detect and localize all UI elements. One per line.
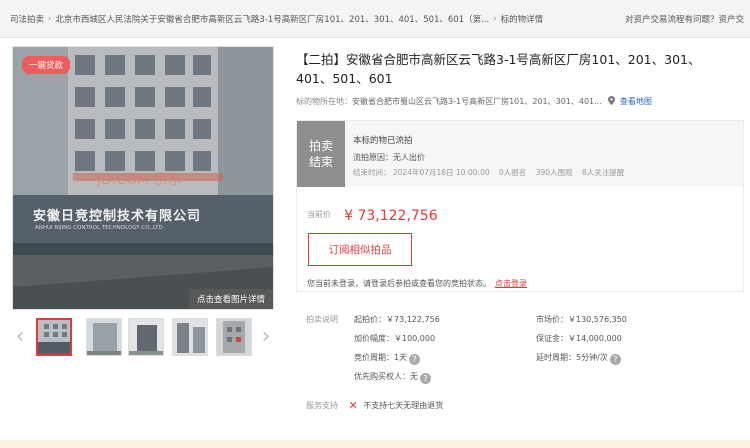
help-icon[interactable]: ? <box>409 354 421 365</box>
bid-cycle-row: 竞价周期：1天? <box>354 352 421 365</box>
thumbnail[interactable] <box>128 318 164 356</box>
current-price-row: 当前价 ¥ 73,122,756 <box>307 205 438 224</box>
sign-subtext: ANHUI RIJING CONTROL TECHNOLOGY CO.,LTD <box>35 225 163 231</box>
view-photo-detail-button[interactable]: 点击查看图片详情 <box>188 289 273 309</box>
enrolled-count: 0人报名 <box>499 168 527 177</box>
map-pin-icon <box>608 96 616 105</box>
watermark: JD.COM 京东 <box>97 172 182 188</box>
service-support: 服务支持 ✕ 不支持七天无理由退货 <box>306 399 443 412</box>
status-badge-line1: 拍卖 <box>308 139 333 153</box>
thumbnail[interactable] <box>172 318 208 356</box>
service-text: 不支持七天无理由退货 <box>363 401 444 410</box>
service-label: 服务支持 <box>306 401 338 410</box>
thumbnail-strip: ‹ › <box>12 316 274 362</box>
bid-increment: 加价幅度：￥100,000 <box>354 334 436 343</box>
status-badge: 拍卖 结束 <box>297 121 345 187</box>
follower-count: 8人关注提醒 <box>581 168 625 177</box>
status-summary: 本标的物已流拍 流拍原因：无人出价 结束时间： 2024年07月16日 10:0… <box>345 121 743 187</box>
breadcrumb-item-current: 标的物详情 <box>500 14 544 25</box>
location-value: 安徽省合肥市蜀山区云飞路3-1号高新区厂房101、201、301、401... <box>352 97 602 106</box>
price-label: 当前价 <box>307 210 331 219</box>
thumbnail[interactable] <box>36 318 72 356</box>
thumbnail[interactable] <box>216 318 252 356</box>
loan-tag[interactable]: 一键贷款 <box>22 56 71 74</box>
deposit: 保证金：￥14,000,000 <box>536 334 622 343</box>
breadcrumb-item-court[interactable]: 北京市西城区人民法院关于安徽省合肥市高新区云飞路3-1号高新区厂房101、201… <box>55 13 489 25</box>
thumbnail[interactable] <box>86 318 122 356</box>
breadcrumb-item-judicial[interactable]: 司法拍卖 <box>10 13 44 25</box>
chevron-left-icon[interactable]: ‹ <box>12 324 28 350</box>
details-section-label: 拍卖说明 <box>306 315 338 324</box>
auction-status-panel: 拍卖 结束 本标的物已流拍 流拍原因：无人出价 结束时间： 2024年07月16… <box>296 120 744 292</box>
login-tip: 您当前未登录，请登录后参拍或查看您的竞拍状态。 点击登录 <box>307 278 527 289</box>
location-label: 标的物所在地： <box>296 97 352 106</box>
bid-cycle: 竞价周期：1天 <box>354 353 408 362</box>
help-icon[interactable]: ? <box>609 354 621 365</box>
subscribe-similar-button[interactable]: 订阅相似拍品 <box>308 233 412 266</box>
main-photo[interactable]: 一键贷款 安徽日竞控制技术有限公司 ANHUI RIJING CONTROL T… <box>12 46 274 310</box>
delay-cycle-row: 延时周期：5分钟/次? <box>536 352 621 365</box>
view-count: 390人围观 <box>535 168 573 177</box>
priority-buyer: 优先购买权人：无 <box>354 372 418 381</box>
chevron-right-icon: › <box>48 13 52 24</box>
login-link[interactable]: 点击登录 <box>495 279 527 288</box>
end-time: 结束时间： 2024年07月16日 10:00:00 <box>353 168 490 177</box>
notice-banner <box>0 440 750 448</box>
cross-icon: ✕ <box>348 399 358 412</box>
priority-buyer-row: 优先购买权人：无? <box>354 371 431 384</box>
delay-cycle: 延时周期：5分钟/次 <box>536 353 608 362</box>
item-title: 【二拍】安徽省合肥市高新区云飞路3-1号高新区厂房101、201、301、401… <box>296 52 701 86</box>
start-price: 起拍价：￥73,122,756 <box>354 315 440 324</box>
help-link[interactable]: 对资产交易流程有问题？资产交 <box>625 13 744 25</box>
help-icon[interactable]: ? <box>420 373 431 384</box>
auction-details: 拍卖说明 起拍价：￥73,122,756 市场价：￥130,576,350 加价… <box>296 306 744 388</box>
chevron-right-icon: › <box>493 13 497 24</box>
login-tip-text: 您当前未登录，请登录后参拍或查看您的竞拍状态。 <box>307 279 491 288</box>
status-badge-line2: 结束 <box>308 155 333 169</box>
status-stats: 结束时间： 2024年07月16日 10:00:00 0人报名 390人围观 8… <box>353 167 631 178</box>
view-map-link[interactable]: 查看地图 <box>620 97 652 106</box>
status-reason: 流拍原因：无人出价 <box>353 153 425 162</box>
chevron-right-icon[interactable]: › <box>258 324 274 350</box>
market-price: 市场价：￥130,576,350 <box>536 315 627 324</box>
item-location: 标的物所在地：安徽省合肥市蜀山区云飞路3-1号高新区厂房101、201、301、… <box>296 96 652 107</box>
breadcrumb: 司法拍卖 › 北京市西城区人民法院关于安徽省合肥市高新区云飞路3-1号高新区厂房… <box>0 0 750 38</box>
current-price: ¥ 73,122,756 <box>344 208 438 224</box>
status-headline: 本标的物已流拍 <box>353 136 413 146</box>
sign-text: 安徽日竞控制技术有限公司 <box>33 209 202 224</box>
